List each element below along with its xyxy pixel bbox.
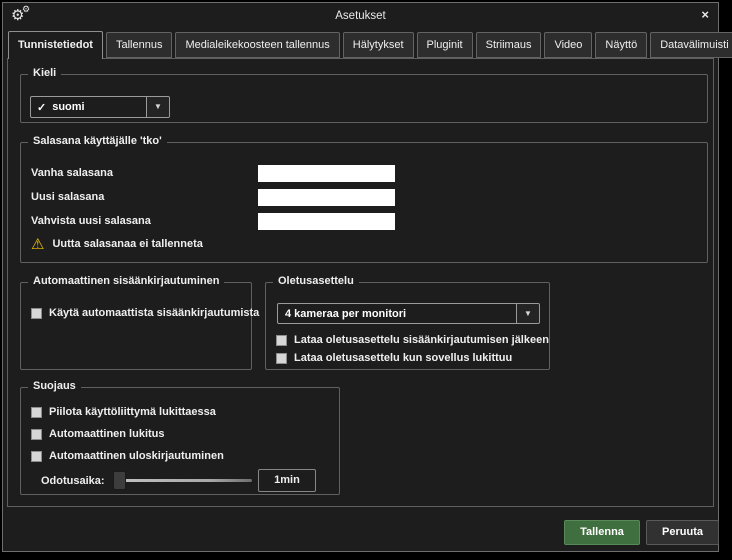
auto-logout-row: Automaattinen uloskirjautuminen bbox=[31, 449, 224, 463]
chevron-down-icon: ▼ bbox=[154, 102, 162, 111]
password-group-title: Salasana käyttäjälle 'tko' bbox=[28, 135, 167, 147]
chevron-down-icon: ▼ bbox=[524, 308, 532, 318]
delay-label: Odotusaika: bbox=[41, 475, 105, 487]
default-layout-dropdown-arrow[interactable]: ▼ bbox=[516, 304, 539, 323]
tab-bar: Tunnistetiedot Tallennus Medialeikekoost… bbox=[8, 31, 732, 59]
language-dropdown-arrow[interactable]: ▼ bbox=[146, 97, 169, 117]
auto-logout-checkbox[interactable] bbox=[31, 450, 42, 462]
confirm-password-field[interactable] bbox=[258, 213, 395, 230]
dialog-title: Asetukset bbox=[335, 10, 386, 22]
default-layout-group: Oletusasettelu 4 kameraa per monitori ▼ … bbox=[265, 275, 550, 370]
autologin-group-title: Automaattinen sisäänkirjautuminen bbox=[28, 275, 225, 287]
hide-ui-label: Piilota käyttöliittymä lukittaessa bbox=[49, 406, 216, 418]
language-dropdown-value: suomi bbox=[52, 101, 85, 113]
confirm-password-row: Vahvista uusi salasana bbox=[31, 213, 697, 230]
load-after-login-label: Lataa oletusasettelu sisäänkirjautumisen… bbox=[294, 334, 549, 346]
auto-lock-label: Automaattinen lukitus bbox=[49, 428, 165, 440]
load-after-login-row: Lataa oletusasettelu sisäänkirjautumisen… bbox=[276, 333, 549, 347]
new-password-row: Uusi salasana bbox=[31, 189, 697, 206]
language-group: Kieli ✓ suomi ▼ bbox=[20, 67, 708, 123]
default-layout-dropdown[interactable]: 4 kameraa per monitori ▼ bbox=[277, 303, 540, 324]
old-password-label: Vanha salasana bbox=[31, 167, 113, 179]
load-on-lock-row: Lataa oletusasettelu kun sovellus lukitt… bbox=[276, 351, 512, 365]
cancel-button[interactable]: Peruuta bbox=[646, 520, 719, 545]
old-password-field[interactable] bbox=[258, 165, 395, 182]
old-password-row: Vanha salasana bbox=[31, 165, 697, 182]
confirm-password-label: Vahvista uusi salasana bbox=[31, 215, 151, 227]
default-layout-dropdown-value: 4 kameraa per monitori bbox=[285, 307, 407, 320]
load-on-lock-checkbox[interactable] bbox=[276, 352, 287, 364]
language-dropdown[interactable]: ✓ suomi ▼ bbox=[30, 96, 170, 118]
close-icon[interactable]: × bbox=[701, 8, 709, 22]
title-bar: ⚙ ⚙ Asetukset × bbox=[3, 3, 718, 31]
delay-value: 1min bbox=[258, 469, 316, 492]
use-autologin-row: Käytä automaattista sisäänkirjautumista bbox=[31, 306, 259, 320]
tab-content-panel: Kieli ✓ suomi ▼ Salasana käyttäjälle 'tk… bbox=[7, 58, 714, 507]
tab-naytto[interactable]: Näyttö bbox=[595, 32, 648, 58]
new-password-field[interactable] bbox=[258, 189, 395, 206]
tab-tunnistetiedot[interactable]: Tunnistetiedot bbox=[8, 31, 103, 59]
auto-logout-label: Automaattinen uloskirjautuminen bbox=[49, 450, 224, 462]
hide-ui-row: Piilota käyttöliittymä lukittaessa bbox=[31, 405, 216, 419]
use-autologin-checkbox[interactable] bbox=[31, 307, 42, 319]
load-on-lock-label: Lataa oletusasettelu kun sovellus lukitt… bbox=[294, 352, 513, 364]
hide-ui-checkbox[interactable] bbox=[31, 406, 42, 418]
language-group-title: Kieli bbox=[28, 67, 62, 79]
desktop-background: { "window": { "title": "Asetukset" }, "i… bbox=[0, 0, 732, 560]
tab-medialeikekoosteen-tallennus[interactable]: Medialeikekoosteen tallennus bbox=[175, 32, 340, 58]
load-after-login-checkbox[interactable] bbox=[276, 334, 287, 346]
security-group: Suojaus Piilota käyttöliittymä lukittaes… bbox=[20, 380, 340, 495]
delay-slider-handle[interactable] bbox=[113, 471, 126, 490]
tab-striimaus[interactable]: Striimaus bbox=[475, 32, 542, 58]
password-warning-text: Uutta salasanaa ei tallenneta bbox=[52, 238, 203, 250]
use-autologin-label: Käytä automaattista sisäänkirjautumista bbox=[49, 307, 260, 319]
tab-video[interactable]: Video bbox=[544, 32, 593, 58]
auto-lock-checkbox[interactable] bbox=[31, 428, 42, 440]
check-icon: ✓ bbox=[37, 101, 47, 114]
tab-tallennus[interactable]: Tallennus bbox=[105, 32, 173, 58]
autologin-group: Automaattinen sisäänkirjautuminen Käytä … bbox=[20, 275, 259, 370]
tab-halytykset[interactable]: Hälytykset bbox=[342, 32, 414, 58]
password-group: Salasana käyttäjälle 'tko' Vanha salasan… bbox=[20, 135, 708, 263]
delay-slider-track[interactable] bbox=[115, 479, 252, 482]
password-warning: ⚠ Uutta salasanaa ei tallenneta bbox=[31, 235, 203, 253]
security-group-title: Suojaus bbox=[28, 380, 81, 392]
warning-icon: ⚠ bbox=[31, 235, 45, 253]
auto-lock-row: Automaattinen lukitus bbox=[31, 427, 165, 441]
settings-dialog: ⚙ ⚙ Asetukset × Tunnistetiedot Tallennus… bbox=[2, 2, 732, 552]
save-button[interactable]: Tallenna bbox=[564, 520, 640, 545]
new-password-label: Uusi salasana bbox=[31, 191, 105, 203]
tab-datavalimuisti[interactable]: Datavälimuisti bbox=[650, 32, 732, 58]
tab-pluginit[interactable]: Pluginit bbox=[416, 32, 473, 58]
default-layout-group-title: Oletusasettelu bbox=[273, 275, 359, 287]
